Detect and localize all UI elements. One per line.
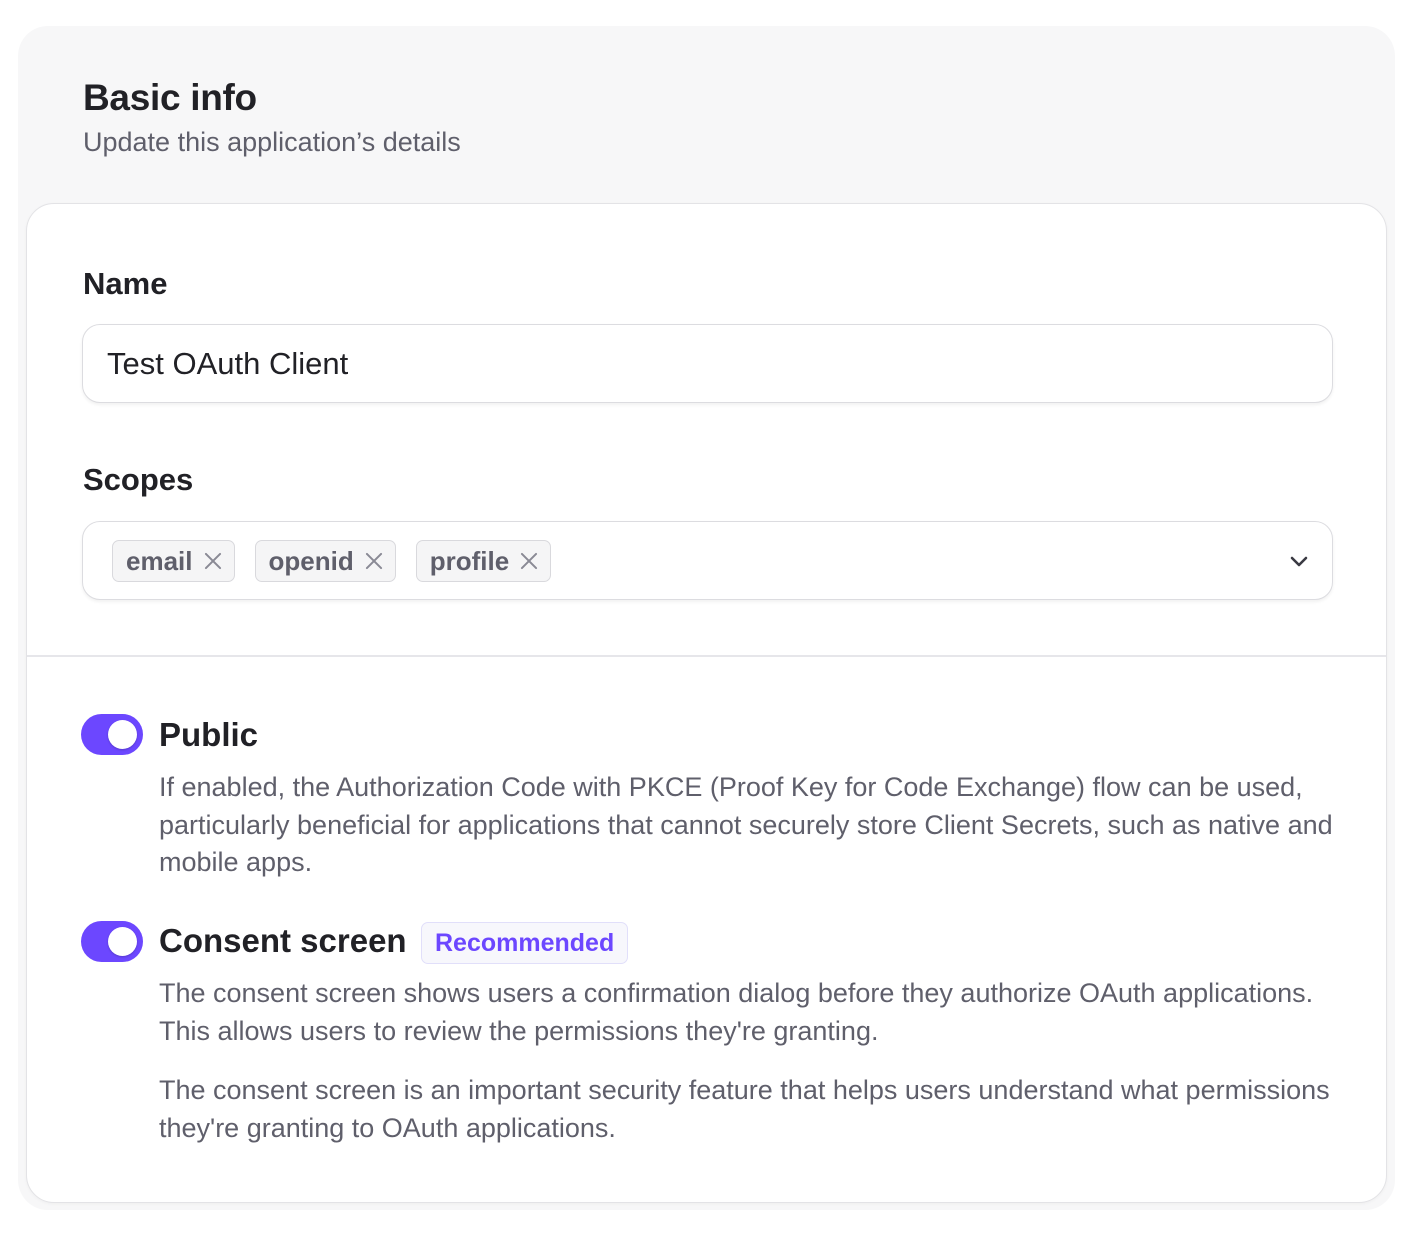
- close-icon[interactable]: [365, 552, 383, 570]
- consent-screen-note: The consent screen is an important secur…: [159, 1075, 1330, 1143]
- scope-chip-openid: openid: [254, 540, 396, 582]
- scope-chip-label: openid: [268, 545, 354, 576]
- basic-info-section: Basic info Update this application’s det…: [18, 26, 1395, 1210]
- section-subtitle: Update this application’s details: [83, 127, 461, 157]
- toggle-knob: [108, 927, 137, 956]
- recommended-badge: Recommended: [421, 922, 629, 964]
- public-toggle[interactable]: [81, 714, 143, 755]
- name-label: Name: [83, 266, 168, 301]
- section-title: Basic info: [83, 77, 257, 118]
- scope-chips: email openid profile: [112, 540, 571, 582]
- close-icon[interactable]: [520, 552, 538, 570]
- public-description: If enabled, the Authorization Code with …: [159, 772, 1333, 877]
- public-title: Public: [159, 716, 259, 753]
- section-header: Basic info Update this application’s det…: [83, 76, 461, 158]
- toggle-knob: [108, 720, 137, 749]
- name-input[interactable]: [82, 324, 1333, 403]
- consent-screen-title: Consent screen: [159, 922, 407, 959]
- settings-card: Name Scopes email openid profile: [26, 203, 1387, 1203]
- consent-screen-toggle[interactable]: [81, 921, 143, 962]
- scopes-select[interactable]: email openid profile: [82, 521, 1333, 600]
- scope-chip-profile: profile: [415, 540, 552, 582]
- scope-chip-label: profile: [429, 545, 510, 576]
- scope-chip-email: email: [112, 540, 235, 582]
- scope-chip-label: email: [126, 545, 193, 576]
- consent-screen-description: The consent screen shows users a confirm…: [159, 978, 1314, 1046]
- scopes-label: Scopes: [83, 462, 194, 497]
- chevron-down-icon[interactable]: [1288, 550, 1310, 572]
- close-icon[interactable]: [204, 552, 222, 570]
- divider: [27, 655, 1386, 657]
